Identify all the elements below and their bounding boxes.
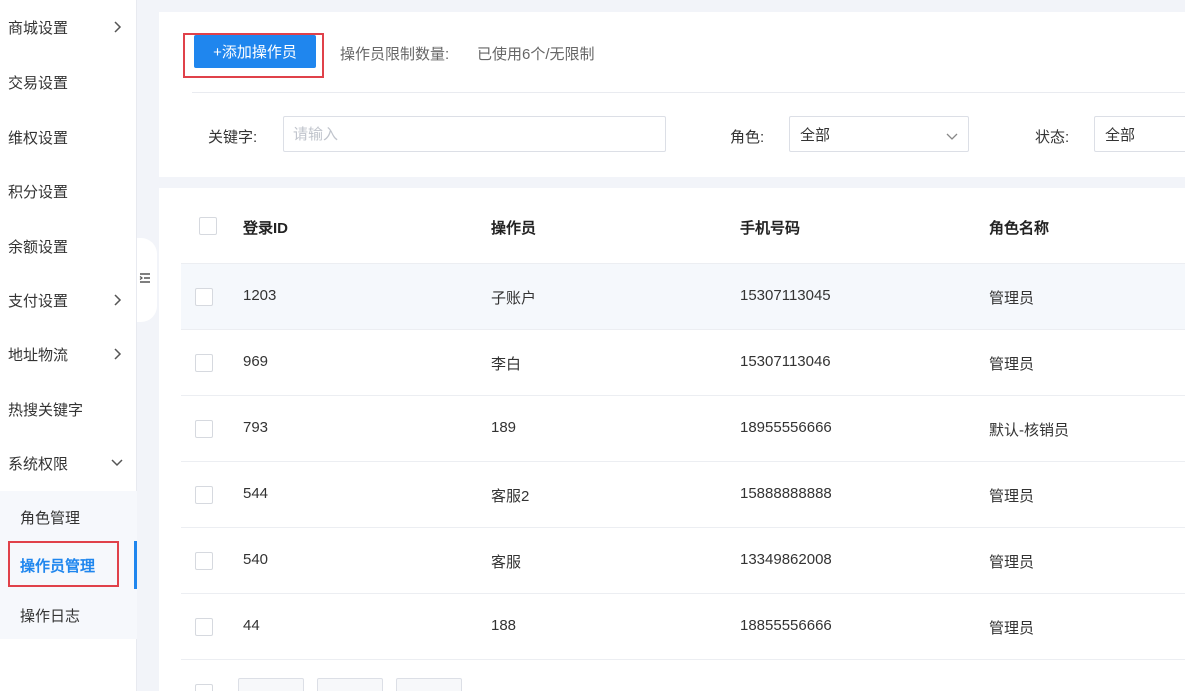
sidebar-collapse-toggle[interactable] — [137, 238, 157, 322]
submenu-item-label: 操作员管理 — [20, 557, 96, 575]
role-select-value: 全部 — [800, 126, 831, 144]
cell-login-id: 969 — [243, 353, 269, 370]
sidebar-item-trade-settings[interactable]: 交易设置 — [0, 55, 137, 109]
cell-phone: 15307113046 — [740, 353, 831, 370]
row-checkbox[interactable] — [195, 486, 213, 504]
role-select[interactable]: 全部 — [789, 116, 969, 152]
row-checkbox[interactable] — [195, 354, 213, 372]
cell-phone: 18855556666 — [740, 617, 832, 634]
column-header-phone: 手机号码 — [740, 220, 801, 237]
select-all-checkbox[interactable] — [199, 217, 217, 235]
sidebar-item-label: 商城设置 — [8, 19, 69, 37]
sidebar-item-label: 地址物流 — [8, 346, 69, 364]
table-row[interactable]: 540 客服 13349862008 管理员 — [181, 528, 1185, 594]
status-select[interactable]: 全部 — [1094, 116, 1185, 152]
table-row[interactable]: 969 李白 15307113046 管理员 — [181, 330, 1185, 396]
sidebar-item-label: 积分设置 — [8, 183, 69, 201]
sidebar-item-mall-settings[interactable]: 商城设置 — [0, 0, 137, 54]
sidebar-item-label: 热搜关键字 — [8, 401, 84, 419]
cell-operator: 客服2 — [491, 488, 530, 505]
bulk-action-button[interactable] — [238, 678, 304, 691]
chevron-down-icon — [111, 458, 123, 468]
submenu-item-label: 角色管理 — [20, 509, 81, 527]
keyword-label: 关键字: — [208, 129, 258, 146]
operator-table: 登录ID 操作员 手机号码 角色名称 1203 子账户 15307113045 … — [159, 188, 1185, 691]
sidebar-item-label: 支付设置 — [8, 292, 69, 310]
cell-role-name: 管理员 — [989, 356, 1035, 373]
cell-phone: 18955556666 — [740, 419, 832, 436]
submenu-item-role-management[interactable]: 角色管理 — [0, 493, 137, 541]
keyword-input[interactable] — [283, 116, 666, 152]
bulk-select-checkbox[interactable] — [195, 684, 213, 691]
toolbar-panel: +添加操作员 操作员限制数量: 已使用6个/无限制 关键字: 角色: 全部 状态… — [159, 12, 1185, 177]
sidebar-item-address-logistics[interactable]: 地址物流 — [0, 327, 137, 381]
table-row[interactable]: 1203 子账户 15307113045 管理员 — [181, 264, 1185, 330]
cell-operator: 189 — [491, 419, 517, 436]
column-header-login-id: 登录ID — [243, 220, 289, 237]
cell-login-id: 544 — [243, 485, 269, 502]
sidebar-item-rights-settings[interactable]: 维权设置 — [0, 110, 137, 164]
cell-operator: 李白 — [491, 356, 522, 373]
sidebar-item-label: 余额设置 — [8, 238, 69, 256]
operator-limit-label: 操作员限制数量: — [340, 46, 450, 63]
sidebar: 商城设置 交易设置 维权设置 积分设置 余额设置 支付设置 地址物流 热搜关键字… — [0, 0, 137, 691]
cell-login-id: 793 — [243, 419, 269, 436]
role-label: 角色: — [730, 129, 765, 146]
row-checkbox[interactable] — [195, 618, 213, 636]
cell-role-name: 管理员 — [989, 620, 1035, 637]
sidebar-item-label: 维权设置 — [8, 129, 69, 147]
column-header-operator: 操作员 — [491, 220, 537, 237]
submenu-system-permissions: 角色管理 操作员管理 操作日志 — [0, 491, 137, 639]
table-row[interactable]: 44 188 18855556666 管理员 — [181, 594, 1185, 660]
cell-login-id: 44 — [243, 617, 260, 634]
submenu-item-operator-management[interactable]: 操作员管理 — [0, 541, 137, 589]
bulk-action-button[interactable] — [396, 678, 462, 691]
cell-operator: 188 — [491, 617, 517, 634]
status-select-value: 全部 — [1105, 126, 1136, 144]
cell-operator: 客服 — [491, 554, 522, 571]
row-checkbox[interactable] — [195, 552, 213, 570]
chevron-down-icon — [946, 128, 958, 145]
operator-limit-value: 已使用6个/无限制 — [477, 46, 595, 63]
cell-login-id: 540 — [243, 551, 269, 568]
cell-phone: 13349862008 — [740, 551, 832, 568]
cell-role-name: 管理员 — [989, 488, 1035, 505]
sidebar-item-system-permissions[interactable]: 系统权限 — [0, 436, 137, 490]
table-row[interactable]: 544 客服2 15888888888 管理员 — [181, 462, 1185, 528]
chevron-right-icon — [113, 348, 123, 360]
sidebar-item-label: 系统权限 — [8, 455, 69, 473]
cell-phone: 15307113045 — [740, 287, 831, 304]
collapse-menu-icon — [139, 271, 151, 289]
status-label: 状态: — [1035, 129, 1070, 146]
sidebar-item-points-settings[interactable]: 积分设置 — [0, 164, 137, 218]
sidebar-item-payment-settings[interactable]: 支付设置 — [0, 273, 137, 327]
sidebar-item-balance-settings[interactable]: 余额设置 — [0, 219, 137, 273]
chevron-right-icon — [113, 21, 123, 33]
submenu-item-operation-log[interactable]: 操作日志 — [0, 591, 137, 639]
chevron-right-icon — [113, 294, 123, 306]
sidebar-item-hot-keywords[interactable]: 热搜关键字 — [0, 382, 137, 436]
bulk-action-button[interactable] — [317, 678, 383, 691]
cell-role-name: 管理员 — [989, 290, 1035, 307]
row-checkbox[interactable] — [195, 420, 213, 438]
cell-operator: 子账户 — [491, 290, 537, 307]
column-header-role-name: 角色名称 — [989, 220, 1050, 237]
sidebar-item-label: 交易设置 — [8, 74, 69, 92]
submenu-item-label: 操作日志 — [20, 607, 81, 625]
cell-role-name: 默认-核销员 — [989, 422, 1069, 439]
cell-login-id: 1203 — [243, 287, 277, 304]
cell-phone: 15888888888 — [740, 485, 832, 502]
row-checkbox[interactable] — [195, 288, 213, 306]
divider — [192, 92, 1185, 93]
add-operator-button[interactable]: +添加操作员 — [194, 35, 316, 68]
table-row[interactable]: 793 189 18955556666 默认-核销员 — [181, 396, 1185, 462]
cell-role-name: 管理员 — [989, 554, 1035, 571]
